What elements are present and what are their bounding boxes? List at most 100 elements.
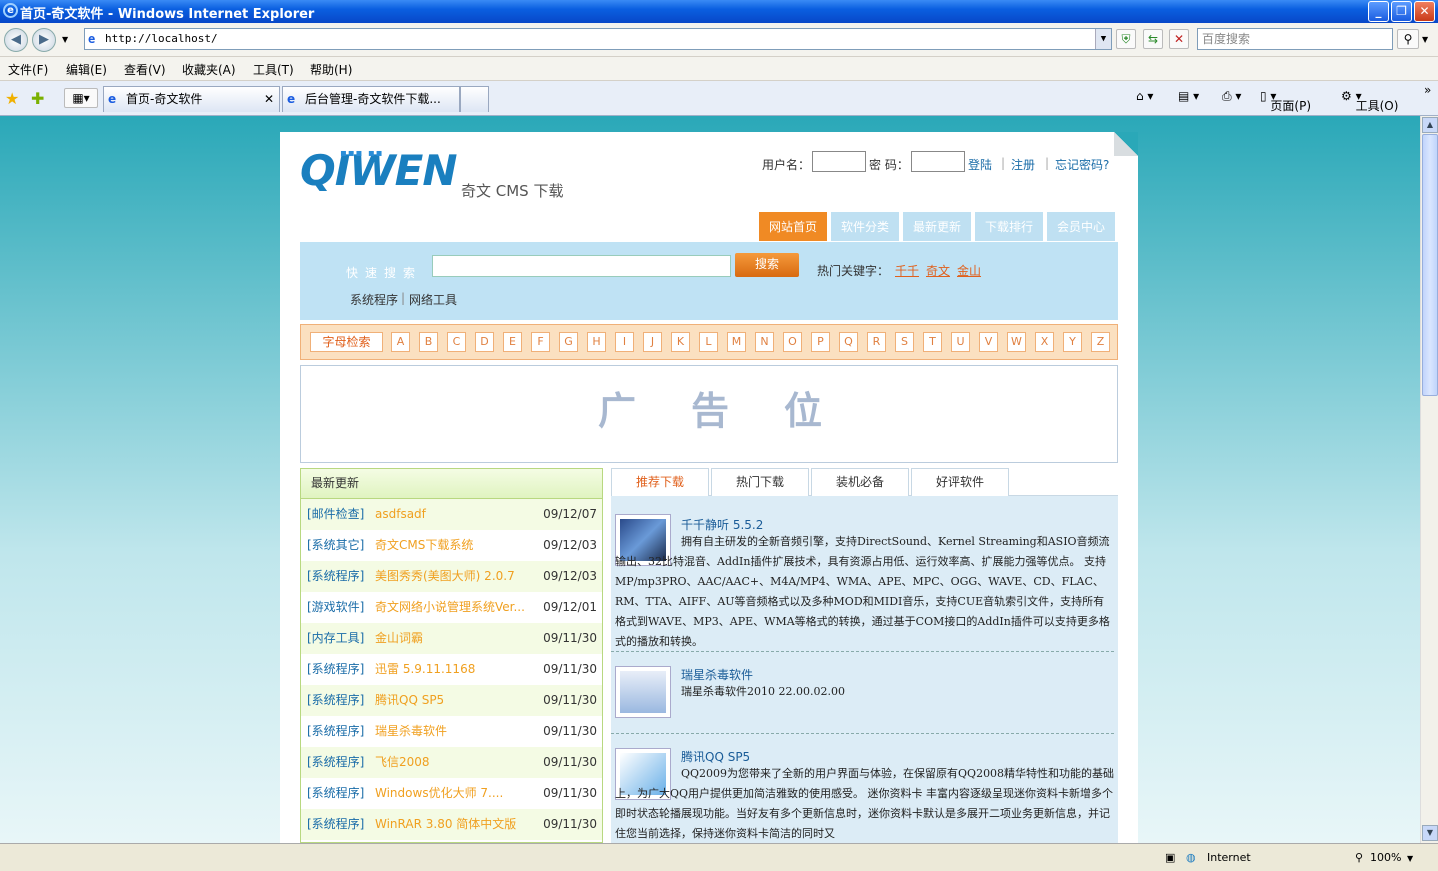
letter-link[interactable]: Y (1063, 332, 1082, 352)
more-chevron-icon[interactable]: » (1424, 83, 1431, 97)
zoom-dropdown-icon[interactable]: ▼ (1407, 854, 1413, 863)
print-icon[interactable]: ⎙ ▾ (1222, 89, 1241, 104)
site-logo[interactable]: ▪▪▪ ▪▪ QIWEN (300, 146, 457, 195)
register-link[interactable]: 注册 (1011, 156, 1035, 173)
item-category[interactable]: [游戏软件] (307, 592, 364, 623)
quick-tabs-icon[interactable]: ▦▾ (64, 88, 98, 108)
letter-link[interactable]: J (643, 332, 662, 352)
nav-tab-member[interactable]: 会员中心 (1046, 211, 1116, 242)
hot-keyword-link[interactable]: 奇文 (926, 262, 950, 279)
favorites-star-icon[interactable]: ★ (5, 89, 19, 108)
software-title[interactable]: 腾讯QQ SP5 (681, 748, 750, 765)
tab-essentials[interactable]: 装机必备 (811, 468, 909, 496)
item-name[interactable]: 美图秀秀(美图大师) 2.0.7 (375, 561, 530, 592)
letter-link[interactable]: X (1035, 332, 1054, 352)
security-shield-icon[interactable]: ⛨ (1116, 29, 1136, 49)
menu-favorites[interactable]: 收藏夹(A) (182, 61, 236, 78)
search-input[interactable]: 百度搜索 (1197, 28, 1393, 50)
scroll-down-icon[interactable]: ▼ (1422, 825, 1438, 841)
letter-link[interactable]: I (615, 332, 634, 352)
list-item[interactable]: [系统程序] 腾讯QQ SP5 09/11/30 (301, 685, 602, 716)
letter-link[interactable]: K (671, 332, 690, 352)
nav-tab-categories[interactable]: 软件分类 (830, 211, 900, 242)
item-category[interactable]: [系统程序] (307, 778, 364, 809)
menu-file[interactable]: 文件(F) (8, 61, 48, 78)
letter-link[interactable]: T (923, 332, 942, 352)
site-search-input[interactable] (432, 255, 731, 277)
menu-help[interactable]: 帮助(H) (310, 61, 352, 78)
item-category[interactable]: [系统程序] (307, 747, 364, 778)
home-icon[interactable]: ⌂ ▾ (1136, 89, 1153, 103)
letter-link[interactable]: P (811, 332, 830, 352)
category-link[interactable]: 网络工具 (409, 291, 457, 308)
item-category[interactable]: [系统程序] (307, 561, 364, 592)
list-item[interactable]: [内存工具] 金山词霸 09/11/30 (301, 623, 602, 654)
zoom-level[interactable]: 100% (1370, 851, 1401, 864)
software-title[interactable]: 瑞星杀毒软件 (681, 666, 753, 683)
letter-link[interactable]: F (531, 332, 550, 352)
forgot-password-link[interactable]: 忘记密码? (1055, 156, 1109, 173)
menu-view[interactable]: 查看(V) (124, 61, 166, 78)
tools-menu-button[interactable]: ⚙ 工具(O) ▾ (1341, 89, 1398, 113)
letter-link[interactable]: U (951, 332, 970, 352)
scroll-up-icon[interactable]: ▲ (1422, 117, 1438, 133)
add-favorite-icon[interactable]: ✚ (31, 89, 44, 108)
list-item[interactable]: [系统程序] 美图秀秀(美图大师) 2.0.7 09/12/03 (301, 561, 602, 592)
item-name[interactable]: 迅雷 5.9.11.1168 (375, 654, 530, 685)
letter-link[interactable]: A (391, 332, 410, 352)
item-category[interactable]: [系统程序] (307, 716, 364, 747)
list-item[interactable]: [系统程序] Windows优化大师 7.... 09/11/30 (301, 778, 602, 809)
item-name[interactable]: 腾讯QQ SP5 (375, 685, 530, 716)
address-dropdown-icon[interactable]: ▼ (1095, 29, 1111, 49)
page-menu-button[interactable]: ▯ 页面(P) ▾ (1260, 89, 1311, 113)
item-name[interactable]: asdfsadf (375, 499, 530, 530)
nav-tab-home[interactable]: 网站首页 (758, 211, 828, 242)
scroll-thumb[interactable] (1422, 134, 1438, 396)
nav-tab-latest[interactable]: 最新更新 (902, 211, 972, 242)
history-dropdown-icon[interactable]: ▼ (62, 35, 68, 44)
back-arrow-icon[interactable]: ◀ (4, 28, 28, 52)
ad-banner[interactable]: 广告位 (300, 365, 1118, 463)
protected-mode-icon[interactable]: ▣ (1165, 851, 1175, 864)
zoom-icon[interactable]: ⚲ (1355, 851, 1363, 864)
username-input[interactable] (812, 151, 866, 172)
tab-home[interactable]: e 首页-奇文软件 ✕ (103, 86, 280, 112)
letter-link[interactable]: S (895, 332, 914, 352)
item-category[interactable]: [系统程序] (307, 685, 364, 716)
item-name[interactable]: 金山词霸 (375, 623, 530, 654)
letter-link[interactable]: H (587, 332, 606, 352)
tab-close-icon[interactable]: ✕ (264, 87, 274, 111)
letter-link[interactable]: N (755, 332, 774, 352)
login-link[interactable]: 登陆 (968, 156, 992, 173)
letter-link[interactable]: C (447, 332, 466, 352)
letter-link[interactable]: Q (839, 332, 858, 352)
letter-link[interactable]: B (419, 332, 438, 352)
item-name[interactable]: Windows优化大师 7.... (375, 778, 530, 809)
new-tab-button[interactable] (460, 86, 489, 112)
feeds-icon[interactable]: ▤ ▾ (1178, 89, 1199, 103)
list-item[interactable]: [系统程序] 飞信2008 09/11/30 (301, 747, 602, 778)
software-thumbnail[interactable] (615, 666, 671, 718)
minimize-button[interactable]: _ (1368, 1, 1389, 22)
tab-recommended[interactable]: 推荐下载 (611, 468, 709, 496)
software-title[interactable]: 千千静听 5.5.2 (681, 516, 763, 533)
tab-popular[interactable]: 热门下载 (711, 468, 809, 496)
list-item[interactable]: [系统程序] WinRAR 3.80 简体中文版 09/11/30 (301, 809, 602, 840)
window-title-bar[interactable]: e 首页-奇文软件 - Windows Internet Explorer _ … (0, 0, 1438, 23)
letter-link[interactable]: D (475, 332, 494, 352)
maximize-button[interactable]: ❐ (1391, 1, 1412, 22)
letter-link[interactable]: O (783, 332, 802, 352)
list-item[interactable]: [邮件检查] asdfsadf 09/12/07 (301, 499, 602, 530)
password-input[interactable] (911, 151, 965, 172)
nav-tab-ranking[interactable]: 下载排行 (974, 211, 1044, 242)
letter-link[interactable]: Z (1091, 332, 1110, 352)
tab-top-rated[interactable]: 好评软件 (911, 468, 1009, 496)
list-item[interactable]: [系统其它] 奇文CMS下载系统 09/12/03 (301, 530, 602, 561)
letter-link[interactable]: R (867, 332, 886, 352)
item-category[interactable]: [内存工具] (307, 623, 364, 654)
letter-link[interactable]: M (727, 332, 746, 352)
menu-tools[interactable]: 工具(T) (253, 61, 294, 78)
hot-keyword-link[interactable]: 金山 (957, 262, 981, 279)
hot-keyword-link[interactable]: 千千 (895, 262, 919, 279)
item-category[interactable]: [系统程序] (307, 809, 364, 840)
